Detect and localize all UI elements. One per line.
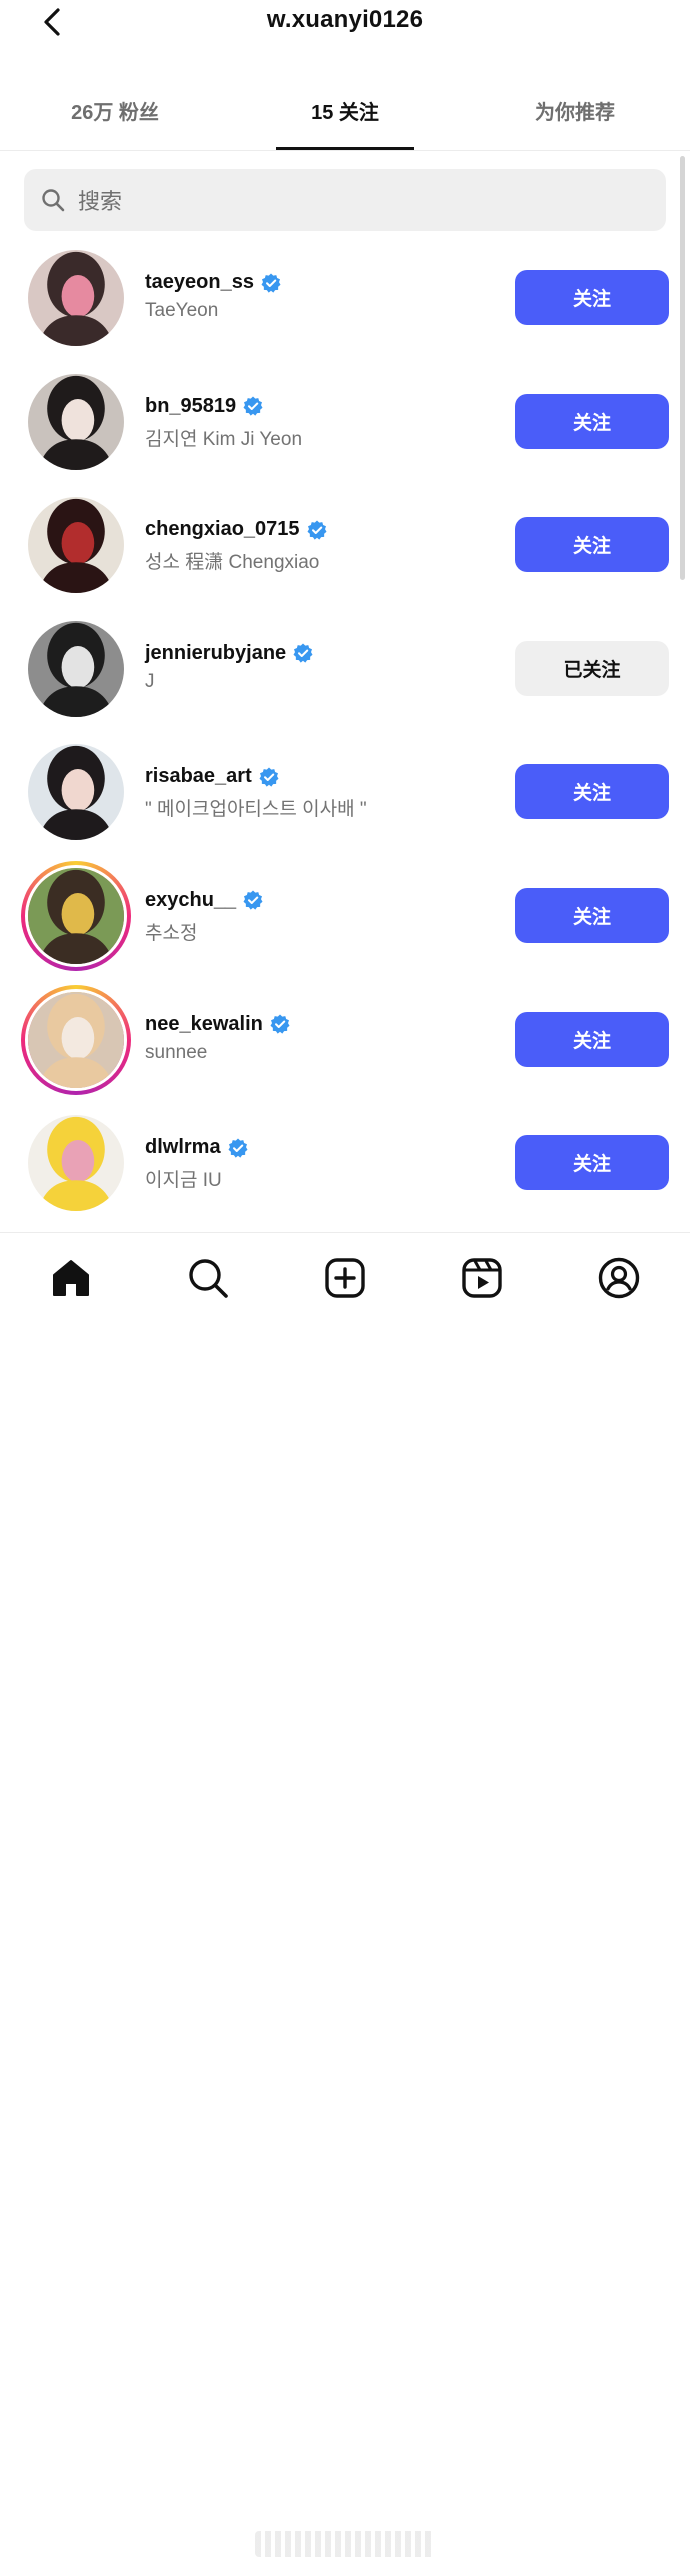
display-name: 이지금 IU	[145, 1170, 222, 1192]
list-item[interactable]: jennierubyjane J 已关注	[0, 607, 690, 731]
verified-icon	[243, 396, 263, 416]
following-button[interactable]: 已关注	[515, 640, 669, 696]
avatar-inner	[25, 864, 127, 967]
header: w.xuanyi0126	[0, 0, 690, 50]
username-text: nee_kewalin	[145, 1012, 263, 1035]
avatar-image	[28, 620, 124, 717]
username-text: chengxiao_0715	[145, 518, 300, 541]
username[interactable]: chengxiao_0715	[145, 518, 327, 541]
avatar-inner	[25, 988, 127, 1091]
follow-button[interactable]: 关注	[515, 764, 669, 820]
list-item[interactable]: dlwlrma 이지금 IU 关注	[0, 1101, 690, 1225]
follow-button[interactable]: 关注	[515, 887, 669, 943]
username-text: exychu__	[145, 888, 237, 911]
username[interactable]: jennierubyjane	[145, 642, 313, 665]
username[interactable]: risabae_art	[145, 765, 279, 788]
follow-button[interactable]: 关注	[515, 1135, 669, 1191]
home-icon[interactable]	[46, 1253, 96, 1303]
tab-following[interactable]: 15 关注	[250, 86, 440, 150]
watermark	[255, 2531, 435, 2557]
avatar[interactable]	[21, 984, 131, 1095]
follow-button[interactable]: 关注	[515, 517, 669, 573]
tab-bar: 26万 粉丝 15 关注 为你推荐	[0, 86, 690, 151]
username-text: dlwlrma	[145, 1136, 221, 1159]
follow-button[interactable]: 关注	[515, 1011, 669, 1067]
avatar-image	[28, 250, 124, 346]
avatar[interactable]	[28, 620, 124, 717]
verified-icon	[261, 273, 281, 293]
username-text: taeyeon_ss	[145, 271, 254, 293]
avatar-image	[28, 497, 124, 594]
username-text: risabae_art	[145, 765, 252, 788]
avatar[interactable]	[28, 744, 124, 841]
avatar[interactable]	[28, 1115, 124, 1212]
follow-button[interactable]: 关注	[515, 270, 669, 325]
list-item[interactable]: nee_kewalinsunnee 关注	[0, 978, 690, 1102]
username-text: bn_95819	[145, 394, 237, 417]
display-name: J	[145, 670, 155, 692]
display-name: 성소 程潇 Chengxiao	[145, 552, 320, 574]
list-item[interactable]: bn_95819 김지연 Kim Ji Yeon 关注	[0, 360, 690, 484]
verified-icon	[228, 1138, 248, 1158]
follow-button[interactable]: 关注	[515, 393, 669, 449]
list-item[interactable]: risabae_art " 메이크업아티스트 이사배 " 关注	[0, 730, 690, 854]
page-title: w.xuanyi0126	[266, 6, 424, 33]
list-item[interactable]: taeyeon_ss TaeYeon 关注	[0, 236, 690, 360]
avatar-image	[28, 1115, 124, 1212]
username-text: jennierubyjane	[145, 641, 287, 664]
create-icon[interactable]	[320, 1253, 370, 1303]
profile-icon[interactable]	[594, 1253, 644, 1303]
avatar[interactable]	[28, 250, 124, 346]
display-name: 김지연 Kim Ji Yeon	[145, 428, 303, 450]
verified-icon	[293, 643, 313, 663]
bottom-nav	[0, 1232, 690, 2557]
username[interactable]: bn_95819	[145, 395, 263, 418]
username[interactable]: dlwlrma	[145, 1136, 248, 1159]
avatar-image	[28, 867, 124, 964]
search-icon	[40, 187, 66, 213]
verified-icon	[307, 520, 327, 540]
account-list: taeyeon_ss TaeYeon 关注 bn_95819 김지연 Kim Ji Ye…	[0, 236, 690, 1225]
list-item[interactable]: chengxiao_0715 성소 程潇 Chengxiao 关注	[0, 483, 690, 607]
username[interactable]: exychu__	[145, 889, 263, 912]
username[interactable]: taeyeon_ss	[145, 271, 281, 294]
avatar[interactable]	[28, 497, 124, 594]
search-placeholder: 搜索	[78, 189, 123, 214]
verified-icon	[270, 1014, 290, 1034]
display-name: TaeYeon	[145, 300, 219, 321]
display-name: " 메이크업아티스트 이사배 "	[145, 799, 367, 821]
avatar[interactable]	[21, 860, 131, 971]
verified-icon	[259, 767, 279, 787]
list-item[interactable]: exychu__ 추소정 关注	[0, 854, 690, 978]
tab-followers[interactable]: 26万 粉丝	[20, 86, 210, 150]
search-icon[interactable]	[183, 1253, 233, 1303]
tab-suggested[interactable]: 为你推荐	[480, 86, 670, 150]
username[interactable]: nee_kewalin	[145, 1013, 290, 1036]
avatar-image	[28, 744, 124, 841]
display-name: 추소정	[145, 922, 198, 944]
search-input[interactable]: 搜索	[24, 169, 666, 231]
avatar-image	[28, 991, 124, 1088]
display-name: sunnee	[145, 1041, 208, 1063]
verified-icon	[243, 890, 263, 911]
avatar[interactable]	[28, 373, 124, 470]
avatar-image	[28, 373, 124, 470]
reels-icon[interactable]	[457, 1253, 507, 1303]
